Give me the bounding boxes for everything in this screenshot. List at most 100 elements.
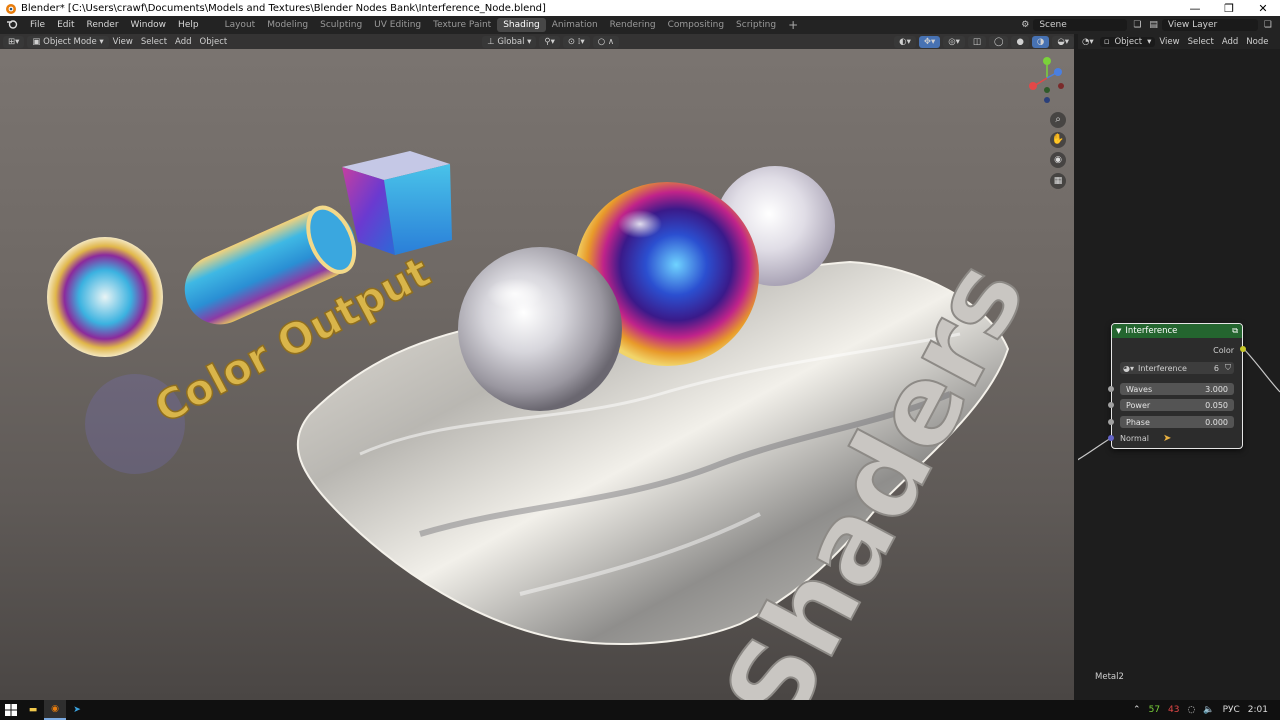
tab-sculpting[interactable]: Sculpting	[314, 18, 368, 32]
zoom-icon[interactable]: ⌕	[1050, 112, 1066, 128]
viewport-render: Color Output Shaders	[47, 151, 1051, 700]
tab-layout[interactable]: Layout	[219, 18, 262, 32]
waves-label: Waves	[1126, 384, 1153, 394]
new-scene-icon[interactable]: ❏	[1133, 20, 1141, 30]
transform-orientation-label: Global	[497, 36, 525, 47]
fake-user-shield-icon[interactable]: ⛉	[1225, 363, 1231, 373]
node-group-icon[interactable]: ⧉	[1232, 326, 1238, 336]
tab-uv-editing[interactable]: UV Editing	[368, 18, 427, 32]
restore-button[interactable]: ❐	[1212, 2, 1246, 15]
language-indicator[interactable]: РУС	[1223, 705, 1240, 715]
viewport-menu-select[interactable]: Select	[137, 37, 171, 47]
scene-name: Scene	[1039, 20, 1067, 30]
viewport-menu-add[interactable]: Add	[171, 37, 195, 47]
menu-render[interactable]: Render	[81, 20, 125, 30]
new-view-layer-icon[interactable]: ❏	[1264, 20, 1272, 30]
view-layer-name: View Layer	[1167, 20, 1218, 30]
material-name: Metal2	[1095, 672, 1124, 682]
shader-node-editor[interactable]: ◔▾ ▫ Object ▾ View Select Add Node ▼ Int…	[1078, 34, 1280, 700]
output-row: Color	[1120, 344, 1234, 356]
snap-icon[interactable]: ⊙ ⁞▾	[562, 35, 590, 48]
tab-modeling[interactable]: Modeling	[261, 18, 314, 32]
clock[interactable]: 2:01	[1248, 705, 1268, 715]
power-value: 0.050	[1205, 400, 1228, 410]
windows-start-icon[interactable]	[0, 700, 22, 720]
window-titlebar: Blender* [C:\Users\crawf\Documents\Model…	[0, 0, 1280, 16]
file-explorer-icon[interactable]: ▬	[22, 700, 44, 720]
power-input-socket[interactable]	[1108, 402, 1114, 408]
node-title: Interference	[1125, 326, 1178, 336]
proportional-edit-icon[interactable]: ○ ∧	[592, 35, 620, 48]
3d-viewport[interactable]: Color Output Shaders ⌕ ✋ ◉ ▦	[0, 34, 1074, 700]
tab-shading[interactable]: Shading	[497, 18, 546, 32]
menu-edit[interactable]: Edit	[51, 20, 80, 30]
waves-field[interactable]: Waves 3.000	[1120, 383, 1234, 395]
collapse-arrow-icon[interactable]: ▼	[1116, 327, 1121, 335]
phase-value: 0.000	[1205, 417, 1228, 427]
tab-rendering[interactable]: Rendering	[604, 18, 662, 32]
window-title: Blender* [C:\Users\crawf\Documents\Model…	[21, 2, 546, 14]
grid-view-icon[interactable]: ▦	[1050, 173, 1066, 189]
wireframe-shading-icon[interactable]: ◯	[988, 35, 1009, 48]
top-menubar: File Edit Render Window Help Layout Mode…	[0, 16, 1280, 34]
blender-taskbar-icon[interactable]: ◉	[44, 700, 66, 720]
menu-help[interactable]: Help	[172, 20, 205, 30]
power-label: Power	[1126, 400, 1151, 410]
close-button[interactable]: ✕	[1246, 2, 1280, 15]
pan-hand-icon[interactable]: ✋	[1050, 132, 1066, 148]
volume-icon[interactable]: 🔈	[1203, 705, 1214, 715]
gizmo-toggle-icon[interactable]: ✥▾	[918, 35, 941, 48]
mode-label: Object Mode	[43, 36, 97, 47]
color-output-socket[interactable]	[1240, 346, 1246, 352]
add-workspace-button[interactable]: +	[782, 18, 804, 32]
pivot-icon[interactable]: ⚲▾	[539, 35, 560, 48]
power-field[interactable]: Power 0.050	[1120, 399, 1234, 411]
tray-arrow-icon[interactable]: ⌃	[1133, 705, 1141, 715]
tab-compositing[interactable]: Compositing	[662, 18, 730, 32]
viewport-menu-view[interactable]: View	[109, 37, 137, 47]
transform-orientation-selector[interactable]: ⊥ Global ▾	[482, 35, 537, 48]
viewport-menu-object[interactable]: Object	[196, 37, 232, 47]
blender-menu-icon[interactable]	[0, 19, 24, 32]
node-group-selector[interactable]: ◕▾ Interference 6 ⛉	[1120, 362, 1234, 374]
node-group-name: Interference	[1138, 363, 1187, 373]
rendered-shading-icon[interactable]: ◒▾	[1052, 35, 1074, 48]
solid-shading-icon[interactable]: ●	[1011, 35, 1029, 48]
mouse-cursor-icon: ➤	[1162, 432, 1172, 444]
phase-label: Phase	[1126, 417, 1150, 427]
output-color-label: Color	[1213, 345, 1234, 355]
phase-field[interactable]: Phase 0.000	[1120, 416, 1234, 428]
overlays-icon[interactable]: ◎▾	[943, 35, 965, 48]
normal-input-socket[interactable]	[1108, 435, 1114, 441]
xray-icon[interactable]: ◫	[967, 35, 986, 48]
phase-input-socket[interactable]	[1108, 419, 1114, 425]
minimize-button[interactable]: —	[1178, 2, 1212, 15]
editor-type-icon[interactable]: ⊞▾	[3, 35, 25, 48]
normal-label: Normal	[1120, 433, 1149, 443]
view-layer-icon[interactable]: ▤	[1149, 20, 1158, 30]
waves-input-socket[interactable]	[1108, 386, 1114, 392]
viewport-header: ⊞▾ ▣ Object Mode ▾ View Select Add Objec…	[0, 34, 1074, 49]
tab-animation[interactable]: Animation	[546, 18, 604, 32]
windows-taskbar: ▬ ◉ ➤ ⌃ 57 43 ◌ 🔈 РУС 2:01	[0, 700, 1280, 720]
blender-logo-icon	[6, 4, 16, 14]
view-layer-selector[interactable]: View Layer	[1161, 19, 1258, 31]
node-header[interactable]: ▼ Interference ⧉	[1112, 324, 1242, 338]
menu-file[interactable]: File	[24, 20, 51, 30]
camera-view-icon[interactable]: ◉	[1050, 152, 1066, 168]
tab-scripting[interactable]: Scripting	[730, 18, 782, 32]
normal-row: Normal ➤	[1120, 432, 1234, 444]
interference-node[interactable]: ▼ Interference ⧉ Color ◕▾ Interference 6…	[1108, 323, 1246, 449]
cpu-temp: 43	[1168, 705, 1180, 715]
node-group-users: 6	[1213, 363, 1219, 373]
network-icon[interactable]: ◌	[1188, 705, 1196, 715]
mode-selector[interactable]: ▣ Object Mode ▾	[27, 35, 109, 48]
scene-icon[interactable]: ⚙	[1021, 20, 1029, 30]
visibility-icon[interactable]: ◐▾	[894, 35, 916, 48]
telegram-icon[interactable]: ➤	[66, 700, 88, 720]
scene-selector[interactable]: Scene	[1033, 19, 1128, 31]
material-shading-icon[interactable]: ◑	[1031, 35, 1050, 48]
node-tree-icon[interactable]: ◕▾	[1123, 364, 1134, 373]
menu-window[interactable]: Window	[125, 20, 173, 30]
tab-texture-paint[interactable]: Texture Paint	[427, 18, 497, 32]
